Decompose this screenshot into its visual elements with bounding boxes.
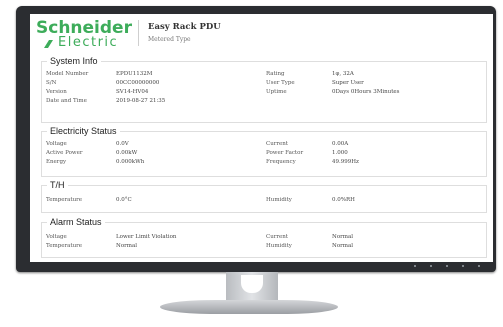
field-value: 0.0°C (116, 197, 132, 203)
field-value: 1φ, 32A (332, 71, 354, 77)
field-value: 2019-08-27 21:35 (116, 98, 166, 104)
field-label: Humidity (266, 197, 292, 203)
field-value: Super User (332, 80, 364, 86)
brand-logo-icon (44, 40, 53, 48)
field-label: Uptime (266, 89, 287, 95)
field-label: Temperature (46, 243, 83, 249)
field-value: 0.000kWh (116, 159, 145, 165)
field-value: Normal (332, 243, 354, 249)
field-label: Active Power (46, 150, 83, 156)
alarm-status-panel: Alarm Status Voltage Lower Limit Violati… (41, 217, 487, 258)
field-value: Normal (332, 234, 354, 240)
field-value: Lower Limit Violation (116, 234, 177, 240)
field-label: S/N (46, 80, 57, 86)
field-value: 1.000 (332, 150, 348, 156)
field-value: 49.999Hz (332, 159, 359, 165)
field-label: Voltage (46, 234, 67, 240)
monitor-button[interactable] (414, 265, 416, 267)
field-label: Temperature (46, 197, 83, 203)
field-value: 0.0V (116, 141, 129, 147)
product-title: Easy Rack PDU (148, 22, 221, 32)
field-value: 0.0%RH (332, 197, 355, 203)
field-label: Voltage (46, 141, 67, 147)
field-value: SV14-HV04 (116, 89, 149, 95)
field-value: EPDU1132M (116, 71, 153, 77)
header-divider (138, 20, 139, 46)
field-label: Energy (46, 159, 67, 165)
section-title: Electricity Status (47, 126, 120, 136)
monitor-buttons (414, 265, 480, 267)
page-header: Schneider Electric Easy Rack PDU Metered… (30, 14, 493, 54)
field-label: Model Number (46, 71, 89, 77)
section-title: System Info (47, 56, 101, 66)
field-value: 00CC00000000 (116, 80, 160, 86)
field-label: User Type (266, 80, 295, 86)
brand-logo[interactable]: Schneider Electric (36, 18, 136, 52)
field-label: Humidity (266, 243, 292, 249)
field-label: Current (266, 234, 289, 240)
monitor-stand-base (160, 300, 338, 314)
field-value: Normal (116, 243, 138, 249)
monitor-button[interactable] (462, 265, 464, 267)
field-value: 0Days 0Hours 3Minutes (332, 89, 400, 95)
section-title: T/H (47, 180, 68, 190)
field-label: Power Factor (266, 150, 304, 156)
monitor-stand-cable-hole (241, 275, 263, 293)
product-subtitle: Metered Type (148, 36, 191, 43)
monitor-button[interactable] (446, 265, 448, 267)
field-label: Date and Time (46, 98, 87, 104)
brand-sub: Electric (58, 35, 119, 50)
field-label: Current (266, 141, 289, 147)
system-info-panel: System Info Model Number EPDU1132M S/N 0… (41, 56, 487, 123)
field-label: Frequency (266, 159, 296, 165)
field-value: 0.00kW (116, 150, 138, 156)
screen: Schneider Electric Easy Rack PDU Metered… (30, 14, 493, 262)
field-label: Version (46, 89, 67, 95)
field-value: 0.00A (332, 141, 349, 147)
monitor-button[interactable] (430, 265, 432, 267)
field-label: Rating (266, 71, 285, 77)
temperature-humidity-panel: T/H Temperature 0.0°C Humidity 0.0%RH (41, 180, 487, 213)
section-title: Alarm Status (47, 217, 105, 227)
monitor-button[interactable] (478, 265, 480, 267)
electricity-status-panel: Electricity Status Voltage 0.0V Active P… (41, 126, 487, 177)
